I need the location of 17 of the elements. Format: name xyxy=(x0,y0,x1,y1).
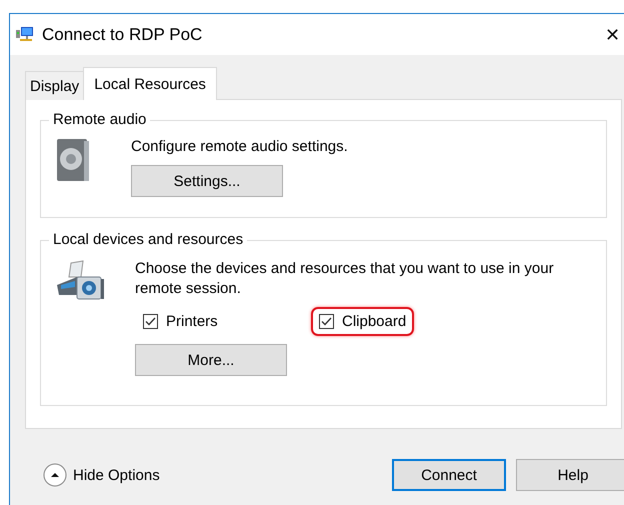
hide-options-button[interactable]: Hide Options xyxy=(43,463,160,487)
dialog-button[interactable]: Connect xyxy=(392,459,506,491)
settings-button[interactable]: Settings... xyxy=(131,165,283,197)
window-title: Connect to RDP PoC xyxy=(42,24,202,44)
description-text: Choose the devices and resources that you want to use in your remote session. xyxy=(135,259,555,299)
tab[interactable]: Local Resources xyxy=(83,67,217,100)
tab[interactable]: Display xyxy=(25,71,84,100)
dialog-button[interactable]: Help xyxy=(516,459,624,491)
close-button[interactable]: ✕ xyxy=(599,24,624,46)
checkbox-option[interactable]: Clipboard xyxy=(311,307,414,336)
description-text: Configure remote audio settings. xyxy=(131,137,348,157)
speaker-icon xyxy=(55,137,91,183)
network-computer-icon xyxy=(16,26,34,42)
checkbox-option[interactable]: Printers xyxy=(135,307,311,336)
checkbox-icon[interactable] xyxy=(319,314,334,329)
more-button[interactable]: More... xyxy=(135,344,287,376)
checkbox-icon[interactable] xyxy=(143,314,158,329)
